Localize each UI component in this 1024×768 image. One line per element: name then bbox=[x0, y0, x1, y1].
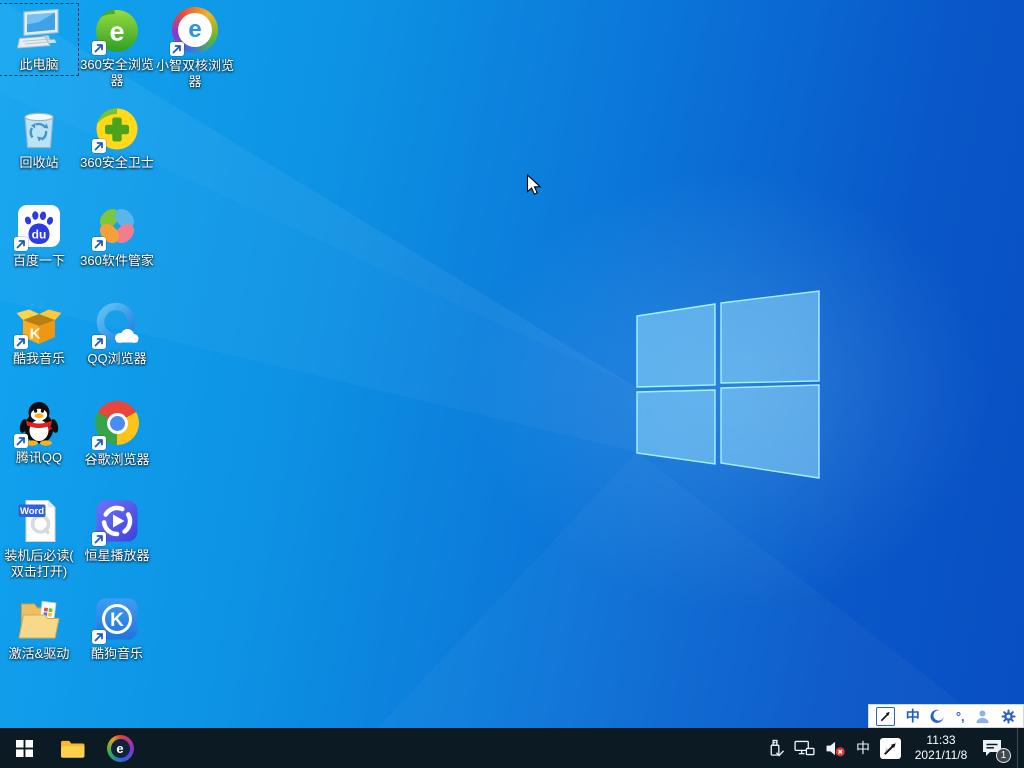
desktop-icon-label: 回收站 bbox=[19, 155, 59, 170]
desktop-icon-360-secure-browser[interactable]: e 360安全浏览 器 bbox=[78, 4, 156, 91]
system-tray: 中 11:33 2021/11/8 1 bbox=[767, 728, 1024, 768]
file-explorer-icon bbox=[60, 740, 84, 758]
ime-toolbar[interactable]: 中 °, bbox=[868, 704, 1024, 728]
readme-document-icon: Word bbox=[15, 497, 63, 545]
desktop-icon-label: 此电脑 bbox=[19, 57, 59, 72]
360-safe-guard-icon bbox=[92, 104, 141, 153]
desktop-icon-360-safe-guard[interactable]: 360安全卫士 bbox=[78, 102, 156, 173]
windows-logo-wallpaper bbox=[636, 290, 820, 479]
tray-network-icon[interactable] bbox=[794, 740, 815, 756]
shortcut-arrow-icon bbox=[170, 42, 184, 56]
desktop-icon-star-player[interactable]: 恒星播放器 bbox=[78, 495, 156, 566]
desktop-icon-label: 激活&驱动 bbox=[8, 646, 70, 661]
desktop-icon-kugou-music[interactable]: K 酷狗音乐 bbox=[78, 593, 156, 664]
desktop-icon-google-chrome[interactable]: 谷歌浏览器 bbox=[78, 397, 156, 470]
desktop-icon-xiaozhi-dual-core-browser[interactable]: e 小智双核浏览 器 bbox=[156, 4, 234, 92]
svg-text:♪: ♪ bbox=[38, 301, 44, 311]
svg-text:K: K bbox=[110, 610, 124, 631]
shortcut-arrow-icon bbox=[92, 41, 106, 55]
folder-icon bbox=[15, 595, 63, 643]
desktop: 此电脑 e 360安全浏览 器 e 小智双核浏览 器 回收站 360安全卫士 d… bbox=[0, 0, 1024, 768]
kuwo-music-icon: ♪ ♪ K bbox=[14, 300, 63, 349]
360-software-manager-icon bbox=[92, 202, 141, 251]
360-secure-browser-icon: e bbox=[92, 6, 141, 55]
desktop-icon-readme-after-install[interactable]: Word 装机后必读( 双击打开) bbox=[0, 495, 78, 582]
clock-date: 2021/11/8 bbox=[914, 748, 968, 762]
mouse-cursor bbox=[526, 174, 542, 195]
shortcut-arrow-icon bbox=[14, 237, 28, 251]
windows-logo-icon bbox=[15, 739, 33, 757]
ime-logo-icon[interactable] bbox=[876, 706, 896, 726]
shortcut-arrow-icon bbox=[92, 532, 106, 546]
start-button[interactable] bbox=[0, 728, 48, 768]
desktop-icon-label: 360安全卫士 bbox=[80, 155, 154, 170]
shortcut-arrow-icon bbox=[92, 237, 106, 251]
kugou-music-icon: K bbox=[92, 595, 141, 644]
qq-browser-icon bbox=[92, 300, 141, 349]
taskbar: e 中 11:33 2021/11/8 1 bbox=[0, 728, 1024, 768]
browser-e-icon: e bbox=[106, 734, 134, 762]
xiaozhi-browser-icon: e bbox=[170, 7, 219, 56]
tencent-qq-icon bbox=[14, 399, 63, 448]
shortcut-arrow-icon bbox=[92, 335, 106, 349]
shortcut-arrow-icon bbox=[14, 335, 28, 349]
ime-punctuation-mode[interactable]: °, bbox=[956, 710, 965, 723]
desktop-icon-label: 360软件管家 bbox=[80, 253, 154, 268]
shortcut-arrow-icon bbox=[92, 436, 106, 450]
show-desktop-button[interactable] bbox=[1017, 728, 1022, 768]
desktop-icon-label: QQ浏览器 bbox=[87, 351, 147, 366]
desktop-icon-360-software-manager[interactable]: 360软件管家 bbox=[78, 200, 156, 271]
desktop-icon-qq-browser[interactable]: QQ浏览器 bbox=[78, 298, 156, 369]
desktop-icon-baidu[interactable]: du 百度一下 bbox=[0, 200, 78, 271]
ime-settings-gear-icon[interactable] bbox=[1001, 708, 1016, 724]
desktop-icon-label: 酷我音乐 bbox=[12, 351, 65, 366]
tray-volume-muted-icon[interactable] bbox=[825, 740, 846, 757]
notification-badge: 1 bbox=[996, 748, 1011, 763]
desktop-icon-recycle-bin[interactable]: 回收站 bbox=[0, 102, 78, 173]
svg-text:e: e bbox=[109, 17, 124, 47]
desktop-icon-label: 恒星播放器 bbox=[84, 548, 150, 563]
taskbar-file-explorer-button[interactable] bbox=[48, 728, 96, 768]
ime-fullwidth-moon-icon[interactable] bbox=[930, 709, 945, 724]
google-chrome-icon bbox=[92, 401, 141, 450]
ime-chinese-mode[interactable]: 中 bbox=[906, 709, 920, 723]
desktop-icon-label: 百度一下 bbox=[12, 253, 65, 268]
desktop-icon-kuwo-music[interactable]: ♪ ♪ K 酷我音乐 bbox=[0, 298, 78, 369]
tray-usb-safely-remove-icon[interactable] bbox=[767, 739, 784, 758]
desktop-icon-activation-drivers[interactable]: 激活&驱动 bbox=[0, 593, 78, 664]
recycle-bin-icon bbox=[15, 104, 63, 152]
desktop-icon-label: 装机后必读( 双击打开) bbox=[4, 548, 74, 579]
desktop-icon-label: 谷歌浏览器 bbox=[84, 452, 150, 467]
ime-user-icon[interactable] bbox=[975, 709, 990, 724]
svg-text:K: K bbox=[30, 326, 41, 343]
shortcut-arrow-icon bbox=[92, 139, 106, 153]
svg-text:Word: Word bbox=[20, 506, 44, 517]
svg-text:du: du bbox=[32, 228, 47, 242]
action-center-button[interactable]: 1 bbox=[981, 735, 1011, 763]
desktop-icon-tencent-qq[interactable]: 腾讯QQ bbox=[0, 397, 78, 468]
tray-input-language-indicator[interactable]: 中 bbox=[856, 738, 870, 758]
desktop-icon-label: 360安全浏览 器 bbox=[80, 57, 154, 88]
shortcut-arrow-icon bbox=[92, 630, 106, 644]
taskbar-browser-button[interactable]: e bbox=[96, 728, 144, 768]
taskbar-clock[interactable]: 11:33 2021/11/8 bbox=[911, 733, 971, 763]
baidu-icon: du bbox=[14, 202, 63, 251]
desktop-icon-label: 酷狗音乐 bbox=[90, 646, 143, 661]
star-player-icon bbox=[92, 497, 141, 546]
desktop-icon-label: 小智双核浏览 器 bbox=[156, 58, 235, 89]
shortcut-arrow-icon bbox=[14, 434, 28, 448]
desktop-icon-label: 腾讯QQ bbox=[15, 450, 63, 465]
clock-time: 11:33 bbox=[926, 733, 956, 747]
this-pc-icon bbox=[15, 6, 63, 54]
tray-ime-icon[interactable] bbox=[880, 737, 901, 759]
desktop-icon-this-pc[interactable]: 此电脑 bbox=[0, 3, 79, 76]
